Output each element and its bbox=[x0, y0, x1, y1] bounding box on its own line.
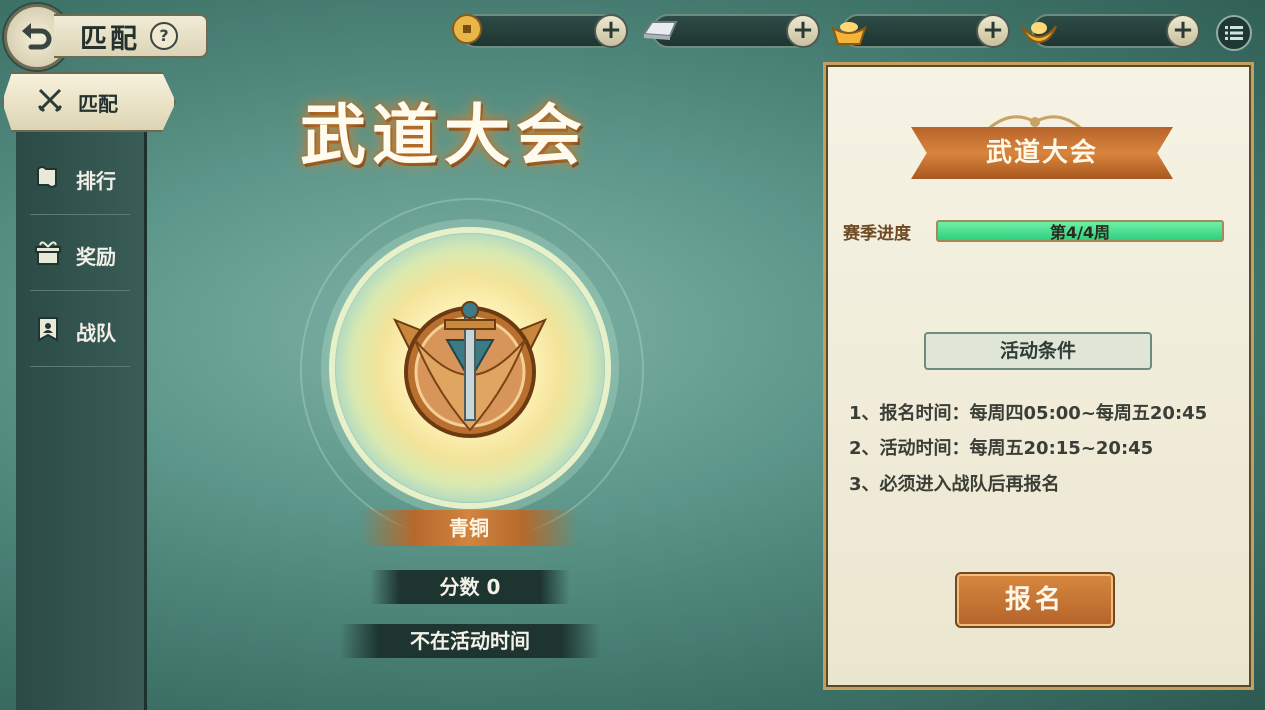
sidebar-item-label: 战队 bbox=[76, 320, 116, 345]
copper-coin-icon bbox=[450, 12, 484, 46]
conditions-title: 活动条件 bbox=[924, 332, 1152, 370]
back-arrow-icon bbox=[22, 23, 52, 50]
gold-ingot-icon bbox=[830, 14, 867, 48]
sidebar-item-match[interactable]: 匹配 bbox=[2, 72, 176, 132]
team-banner-icon bbox=[34, 315, 62, 347]
sidebar-item-team[interactable]: 战队 bbox=[16, 296, 144, 366]
rule-line: 3、必须进入战队后再报名 bbox=[849, 474, 1060, 495]
signup-button[interactable]: 报名 bbox=[955, 572, 1115, 628]
panel-title: 武道大会 bbox=[911, 127, 1173, 179]
sidebar-divider bbox=[30, 214, 130, 215]
sidebar-item-rewards[interactable]: 奖励 bbox=[16, 220, 144, 290]
list-menu-icon bbox=[1225, 26, 1243, 40]
scroll-icon bbox=[34, 163, 62, 195]
add-gold-ingot-button[interactable]: + bbox=[976, 14, 1010, 48]
sidebar-item-label: 奖励 bbox=[76, 244, 116, 269]
season-progress-text: 第4/4周 bbox=[1049, 223, 1111, 242]
help-icon[interactable]: ? bbox=[150, 22, 178, 50]
rule-line: 1、报名时间：每周四05:00~每周五20:45 bbox=[849, 403, 1208, 424]
crossed-swords-icon bbox=[36, 86, 64, 118]
sidebar-divider bbox=[30, 290, 130, 291]
season-progress-label: 赛季进度 bbox=[843, 224, 911, 244]
status-banner: 不在活动时间 bbox=[340, 624, 600, 658]
add-copper-button[interactable]: + bbox=[594, 14, 628, 48]
rule-line: 2、活动时间：每周五20:15~20:45 bbox=[849, 438, 1154, 459]
bronze-rank-medal-icon[interactable] bbox=[385, 280, 555, 454]
gold-yuanbao-icon bbox=[1020, 14, 1057, 48]
sidebar: 匹配 排行 奖励 战队 bbox=[16, 72, 147, 710]
page-title-plate: 匹配 ? bbox=[54, 14, 208, 58]
page-title: 匹配 bbox=[80, 23, 140, 55]
sidebar-item-label: 排行 bbox=[76, 168, 116, 193]
score-banner: 分数 0 bbox=[370, 570, 570, 604]
add-silver-button[interactable]: + bbox=[786, 14, 820, 48]
gift-box-icon bbox=[34, 239, 62, 271]
sidebar-item-label: 匹配 bbox=[78, 91, 118, 116]
event-title: 武道大会 bbox=[300, 96, 588, 174]
silver-bar-icon bbox=[640, 12, 678, 46]
rank-name-banner: 青铜 bbox=[360, 510, 578, 546]
add-yuanbao-button[interactable]: + bbox=[1166, 14, 1200, 48]
sidebar-divider bbox=[30, 366, 130, 367]
menu-button[interactable] bbox=[1216, 15, 1252, 51]
sidebar-item-ranking[interactable]: 排行 bbox=[16, 144, 144, 214]
